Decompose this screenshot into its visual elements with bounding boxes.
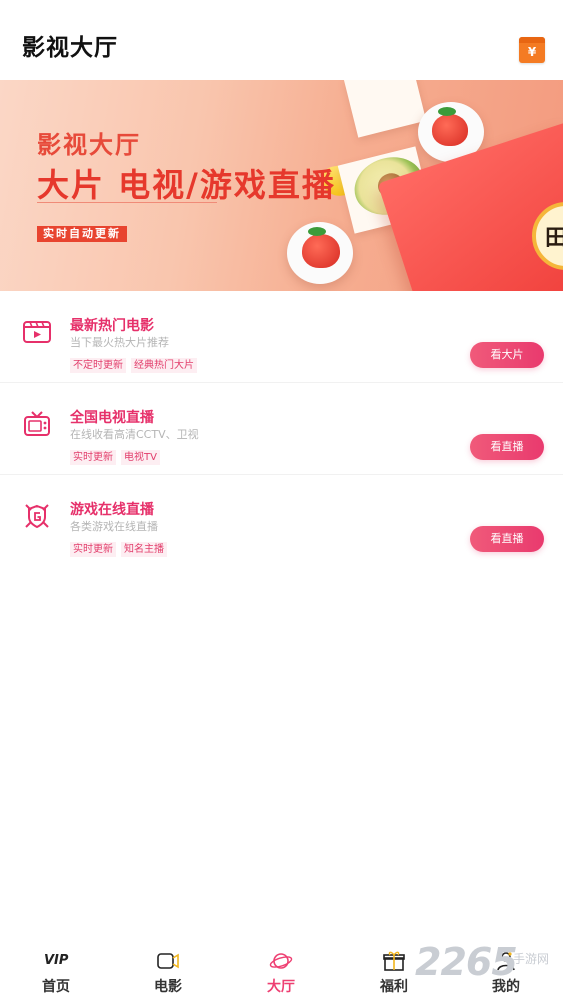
watch-tv-button[interactable]: 看直播 (470, 434, 544, 460)
coin-text: 田 (545, 226, 563, 251)
item-subtitle: 当下最火热大片推荐 (70, 336, 169, 349)
item-title: 最新热门电影 (70, 318, 154, 334)
item-tag: 经典热门大片 (131, 358, 197, 373)
item-subtitle: 在线收看高清CCTV、卫视 (70, 428, 199, 441)
watermark-number: 2265 (415, 940, 518, 984)
banner-headline: 大片 电视/游戏直播 (37, 166, 336, 204)
site-watermark: 2265 手游网 (415, 938, 563, 988)
film-icon (23, 321, 51, 343)
camera-icon (157, 953, 179, 969)
strawberry-image (432, 107, 468, 146)
nav-movies[interactable]: 电影 (128, 944, 208, 1000)
gift-icon (383, 951, 405, 971)
wallet-symbol: ¥ (527, 45, 537, 59)
nav-label: 大厅 (267, 979, 295, 995)
item-tags: 不定时更新 经典热门大片 (70, 353, 202, 373)
item-tags: 实时更新 电视TV (70, 445, 165, 465)
game-badge-icon (25, 504, 49, 529)
item-tag: 实时更新 (70, 450, 116, 465)
banner-title: 影视大厅 (37, 131, 141, 159)
item-tags: 实时更新 知名主播 (70, 537, 172, 557)
item-title: 全国电视直播 (70, 410, 154, 426)
banner-paper-decoration (343, 80, 427, 138)
nav-hall[interactable]: 大厅 (241, 944, 321, 1000)
item-tag: 知名主播 (121, 542, 167, 557)
item-tag: 电视TV (121, 450, 160, 465)
watch-movies-button[interactable]: 看大片 (470, 342, 544, 368)
list-item-games[interactable]: 游戏在线直播 各类游戏在线直播 实时更新 知名主播 看直播 (0, 475, 563, 566)
item-subtitle: 各类游戏在线直播 (70, 520, 158, 533)
item-tag: 实时更新 (70, 542, 116, 557)
vip-icon: VIP (44, 953, 69, 968)
nav-home[interactable]: VIP 首页 (16, 944, 96, 1000)
banner-tag: 实时自动更新 (37, 226, 127, 242)
banner-divider (37, 202, 217, 203)
tv-icon (24, 411, 50, 436)
wallet-flap (519, 37, 545, 43)
strawberry-image (302, 227, 340, 268)
watch-game-live-button[interactable]: 看直播 (470, 526, 544, 552)
item-title: 游戏在线直播 (70, 502, 154, 518)
list-item-tv[interactable]: 全国电视直播 在线收看高清CCTV、卫视 实时更新 电视TV 看直播 (0, 383, 563, 475)
nav-label: 首页 (42, 979, 70, 995)
page-title: 影视大厅 (22, 35, 118, 61)
watermark-text: 手游网 (513, 952, 550, 966)
planet-icon (269, 953, 293, 969)
app-header: 影视大厅 ¥ (0, 0, 563, 80)
promo-banner[interactable]: 田 影视大厅 大片 电视/游戏直播 实时自动更新 (0, 80, 563, 291)
list-item-movies[interactable]: 最新热门电影 当下最火热大片推荐 不定时更新 经典热门大片 看大片 (0, 291, 563, 383)
item-tag: 不定时更新 (70, 358, 126, 373)
wallet-icon[interactable]: ¥ (519, 37, 545, 63)
nav-label: 电影 (154, 979, 182, 995)
